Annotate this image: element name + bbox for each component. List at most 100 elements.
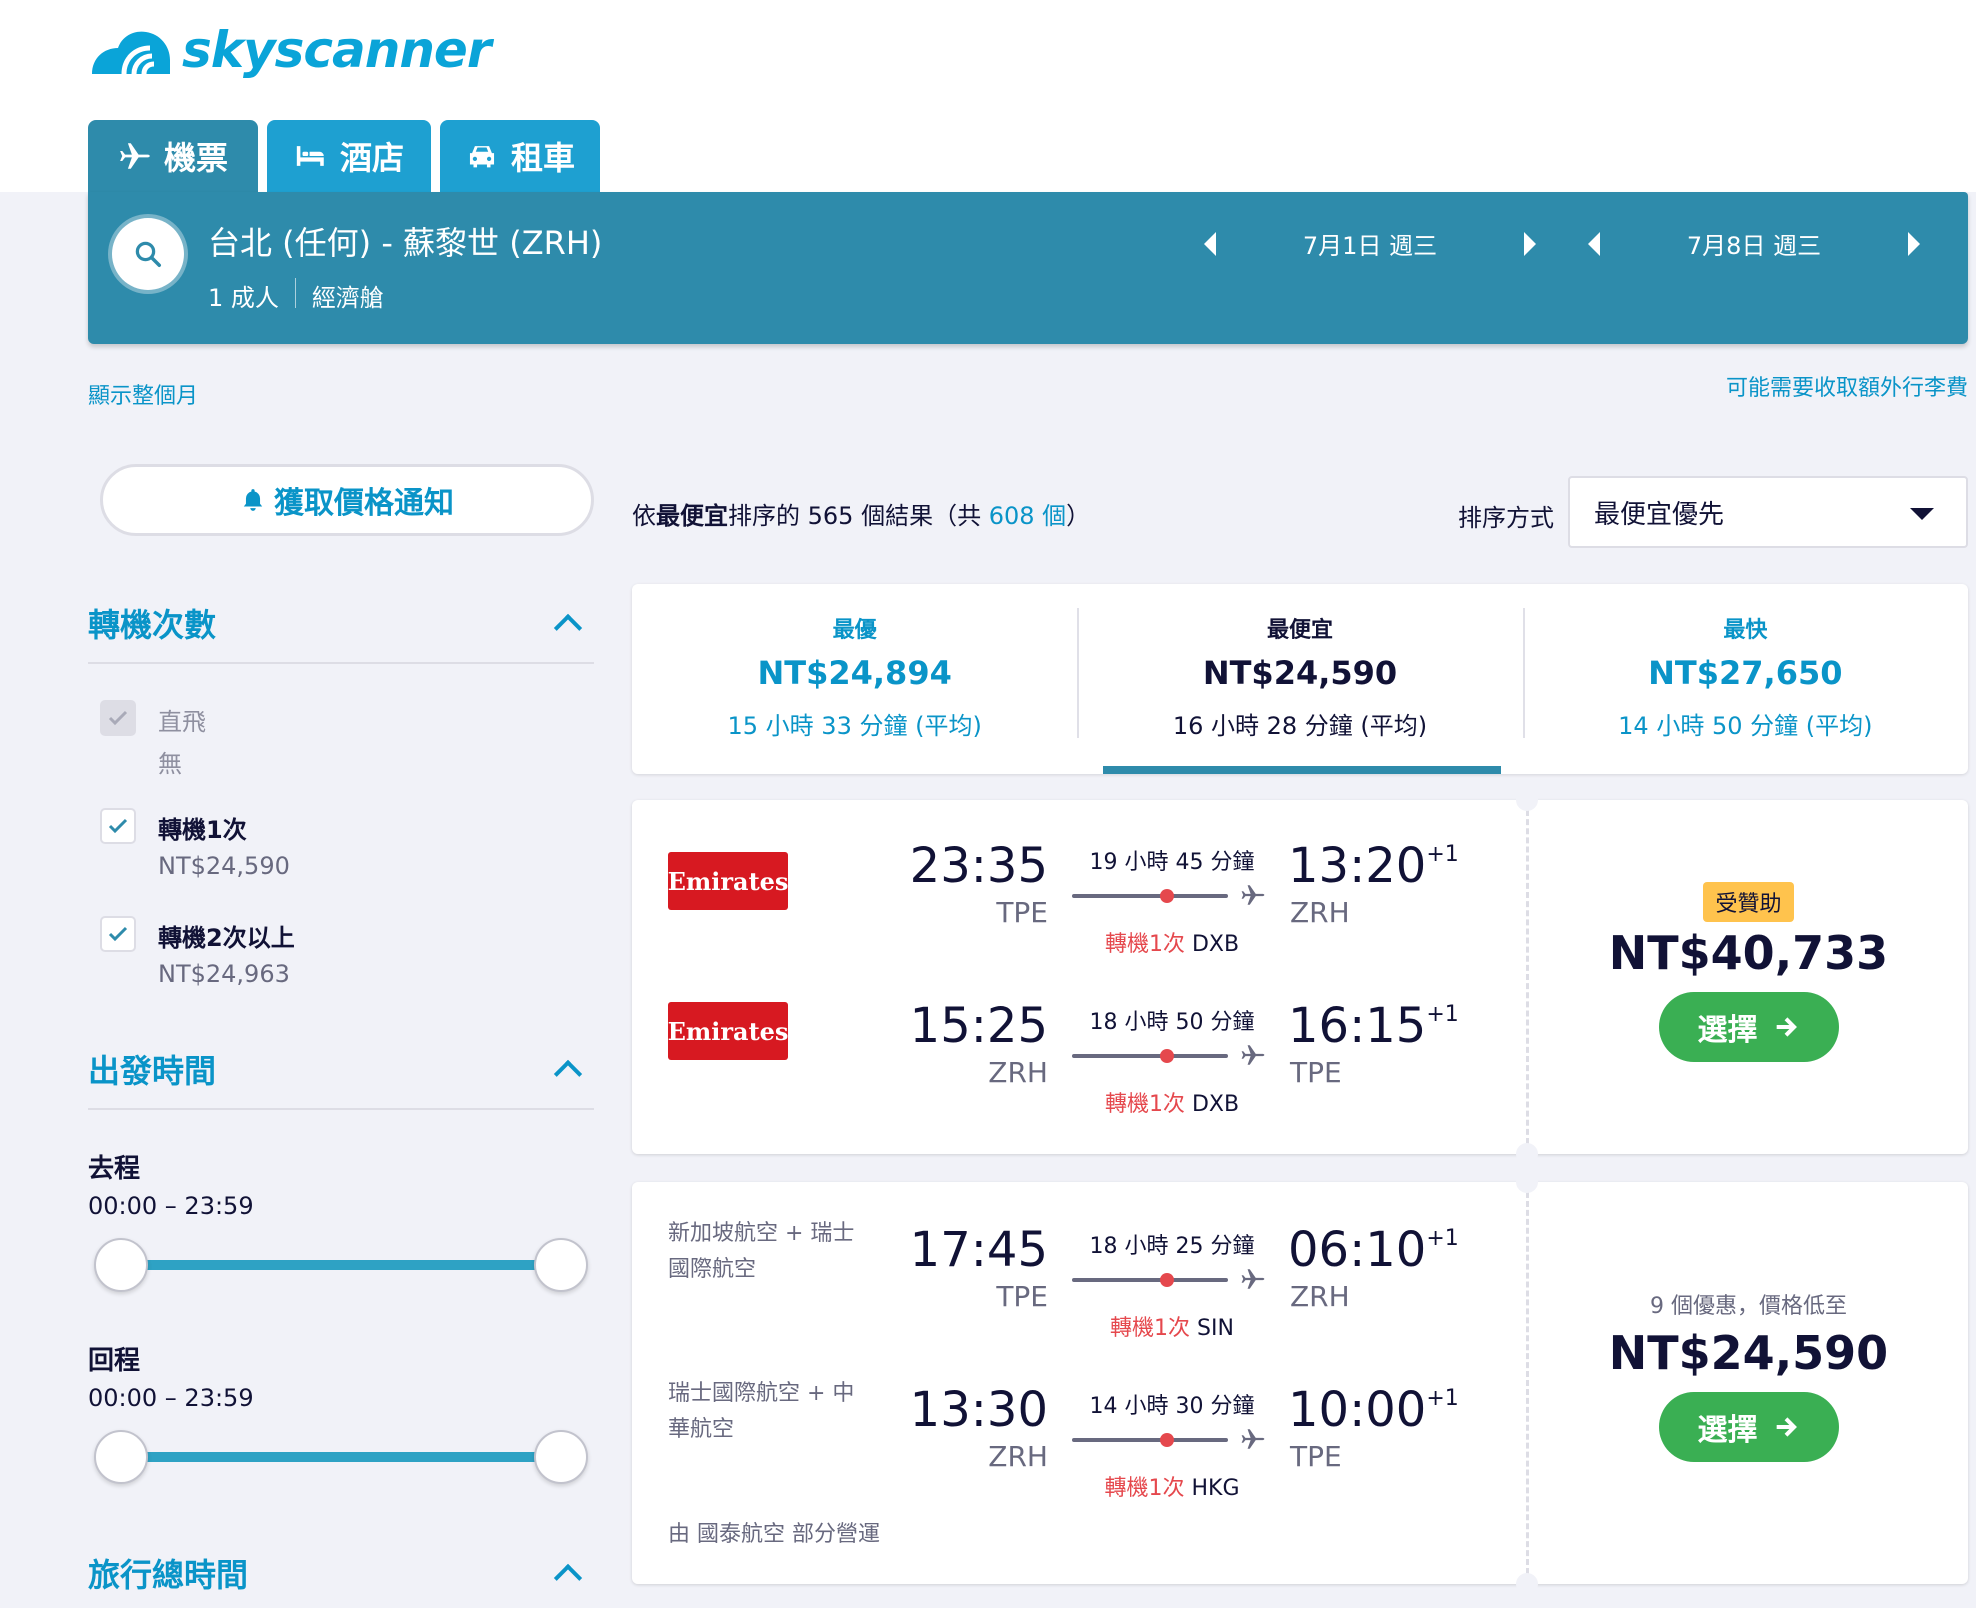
return-next-day-arrow-icon[interactable] bbox=[1908, 231, 1920, 256]
two-plus-stops-checkbox[interactable] bbox=[100, 916, 136, 952]
stops-count: 轉機1次 bbox=[1104, 1476, 1185, 1501]
search-route: 台北 (任何) - 蘇黎世 (ZRH) bbox=[208, 224, 603, 262]
stop-dot bbox=[1160, 1049, 1174, 1063]
return-leg: 瑞士國際航空 + 中華航空 13:30 ZRH 14 小時 30 分鐘 轉機1次… bbox=[632, 1381, 1526, 1502]
flight-duration: 14 小時 30 分鐘 bbox=[1089, 1394, 1255, 1419]
stops-info: 轉機1次 SIN bbox=[1072, 1310, 1272, 1342]
sort-select[interactable]: 最便宜優先 bbox=[1568, 476, 1968, 548]
airline-name: 新加坡航空 + 瑞士國際航空 bbox=[668, 1221, 855, 1282]
logo-text: skyscanner bbox=[182, 21, 492, 79]
stop-dot bbox=[1160, 1433, 1174, 1447]
price-alert-button[interactable]: 獲取價格通知 bbox=[100, 464, 594, 536]
search-icon bbox=[135, 241, 161, 267]
passenger-count: 1 成人 bbox=[208, 284, 279, 312]
select-button[interactable]: 選擇 bbox=[1658, 1392, 1839, 1462]
emirates-logo: Emirates bbox=[668, 852, 788, 910]
results-total-link[interactable]: 608 個 bbox=[989, 502, 1066, 530]
sort-tab-price: NT$27,650 bbox=[1648, 654, 1843, 692]
outbound-slider-start-handle[interactable] bbox=[94, 1238, 148, 1292]
departure-times-filter-header[interactable]: 出發時間 bbox=[88, 1046, 594, 1110]
tab-flights[interactable]: 機票 bbox=[88, 120, 258, 192]
tab-car-hire[interactable]: 租車 bbox=[440, 120, 600, 192]
results-sort-word: 最便宜 bbox=[656, 502, 728, 530]
day-offset: +1 bbox=[1426, 1002, 1459, 1027]
departure-time: 17:45 bbox=[909, 1222, 1048, 1278]
return-date[interactable]: 7月8日 週三 bbox=[1600, 226, 1908, 261]
direct-checkbox[interactable] bbox=[100, 700, 136, 736]
outbound-slider-end-handle[interactable] bbox=[534, 1238, 588, 1292]
return-date-nav: 7月8日 週三 bbox=[1588, 226, 1920, 261]
stops-count: 轉機1次 bbox=[1104, 1092, 1185, 1117]
chevron-up-icon[interactable] bbox=[553, 1059, 583, 1089]
arrival-airport: ZRH bbox=[1290, 896, 1350, 929]
return-slider-start-handle[interactable] bbox=[94, 1430, 148, 1484]
plane-icon bbox=[1241, 885, 1265, 905]
tab-car-hire-label: 租車 bbox=[510, 139, 575, 177]
bell-icon bbox=[243, 489, 263, 511]
stops-info: 轉機1次 DXB bbox=[1072, 926, 1272, 958]
depart-date-nav: 7月1日 週三 bbox=[1204, 226, 1536, 261]
arrival-airport: TPE bbox=[1290, 1440, 1342, 1473]
stop-dot bbox=[1160, 889, 1174, 903]
bed-icon bbox=[296, 146, 324, 166]
chevron-up-icon[interactable] bbox=[553, 1563, 583, 1593]
search-summary-panel[interactable]: 台北 (任何) - 蘇黎世 (ZRH) 1 成人 經濟艙 7月1日 週三 7月8… bbox=[88, 192, 1968, 344]
sort-label: 排序方式 bbox=[1458, 504, 1554, 532]
results-count-text: 排序的 565 個結果（共 bbox=[728, 502, 989, 530]
depart-next-day-arrow-icon[interactable] bbox=[1524, 231, 1536, 256]
flight-duration: 18 小時 25 分鐘 bbox=[1089, 1234, 1255, 1259]
stops-filter-header[interactable]: 轉機次數 bbox=[88, 600, 594, 664]
journey-duration-filter-header[interactable]: 旅行總時間 bbox=[88, 1550, 594, 1608]
sort-tab-fastest[interactable]: 最快 NT$27,650 14 小時 50 分鐘 (平均) bbox=[1522, 584, 1968, 774]
plane-icon bbox=[1241, 1429, 1265, 1449]
outbound-time-range: 00:00 – 23:59 bbox=[88, 1192, 254, 1220]
separator bbox=[294, 278, 296, 308]
depart-prev-day-arrow-icon[interactable] bbox=[1204, 231, 1216, 256]
arrival-time: 13:20 bbox=[1288, 838, 1427, 894]
plane-icon bbox=[120, 143, 150, 169]
sponsored-badge: 受贊助 bbox=[1703, 882, 1794, 922]
checkmark-icon bbox=[108, 818, 128, 834]
day-offset: +1 bbox=[1426, 842, 1459, 867]
sort-tab-duration: 14 小時 50 分鐘 (平均) bbox=[1618, 712, 1873, 740]
show-whole-month-link[interactable]: 顯示整個月 bbox=[88, 378, 198, 410]
one-stop-checkbox[interactable] bbox=[100, 808, 136, 844]
arrival-time-wrap: 13:20+1 bbox=[1288, 838, 1459, 894]
route-line bbox=[1072, 894, 1228, 898]
outbound-leg: 新加坡航空 + 瑞士國際航空 17:45 TPE 18 小時 25 分鐘 轉機1… bbox=[632, 1221, 1526, 1342]
cabin-class: 經濟艙 bbox=[311, 284, 384, 312]
stop-airport: HKG bbox=[1191, 1476, 1240, 1501]
price-alert-label: 獲取價格通知 bbox=[274, 486, 454, 521]
sort-tab-duration: 16 小時 28 分鐘 (平均) bbox=[1172, 712, 1428, 740]
sort-tab-best[interactable]: 最優 NT$24,894 15 小時 33 分鐘 (平均) bbox=[632, 584, 1077, 774]
skyscanner-logo[interactable]: skyscanner bbox=[86, 10, 492, 90]
sort-tabs: 最優 NT$24,894 15 小時 33 分鐘 (平均) 最便宜 NT$24,… bbox=[632, 584, 1968, 774]
arrival-airport: ZRH bbox=[1290, 1280, 1350, 1313]
skyscanner-cloud-icon bbox=[92, 31, 170, 75]
arrival-time-wrap: 16:15+1 bbox=[1288, 998, 1459, 1054]
sort-tab-cheapest[interactable]: 最便宜 NT$24,590 16 小時 28 分鐘 (平均) bbox=[1077, 584, 1522, 774]
outbound-time-slider[interactable] bbox=[94, 1236, 588, 1296]
flight-result-card[interactable]: Emirates 23:35 TPE 19 小時 45 分鐘 轉機1次 DXB … bbox=[632, 789, 1968, 1165]
stops-info: 轉機1次 DXB bbox=[1072, 1086, 1272, 1118]
chevron-up-icon[interactable] bbox=[553, 613, 583, 643]
return-slider-end-handle[interactable] bbox=[534, 1430, 588, 1484]
flight-result-card[interactable]: 新加坡航空 + 瑞士國際航空 17:45 TPE 18 小時 25 分鐘 轉機1… bbox=[632, 1171, 1968, 1595]
depart-date[interactable]: 7月1日 週三 bbox=[1216, 226, 1524, 261]
day-offset: +1 bbox=[1426, 1226, 1459, 1251]
deals-count[interactable]: 9 個優惠，價格低至 bbox=[1529, 1288, 1968, 1320]
search-button[interactable] bbox=[112, 218, 184, 290]
sort-tab-duration: 15 小時 33 分鐘 (平均) bbox=[727, 712, 982, 740]
results-suffix: ） bbox=[1066, 502, 1091, 530]
tab-flights-label: 機票 bbox=[163, 139, 228, 177]
select-button[interactable]: 選擇 bbox=[1658, 992, 1839, 1062]
tab-hotels[interactable]: 酒店 bbox=[267, 120, 431, 192]
plane-icon bbox=[1241, 1269, 1265, 1289]
baggage-fee-link[interactable]: 可能需要收取額外行李費 bbox=[1726, 370, 1968, 402]
arrival-time-wrap: 10:00+1 bbox=[1288, 1382, 1459, 1438]
return-prev-day-arrow-icon[interactable] bbox=[1588, 231, 1600, 256]
results-summary: 依最便宜排序的 565 個結果（共 608 個） bbox=[632, 496, 1090, 531]
return-time-slider[interactable] bbox=[94, 1428, 588, 1488]
direct-label: 直飛 bbox=[158, 708, 206, 736]
sort-tab-title: 最快 bbox=[1723, 618, 1768, 643]
